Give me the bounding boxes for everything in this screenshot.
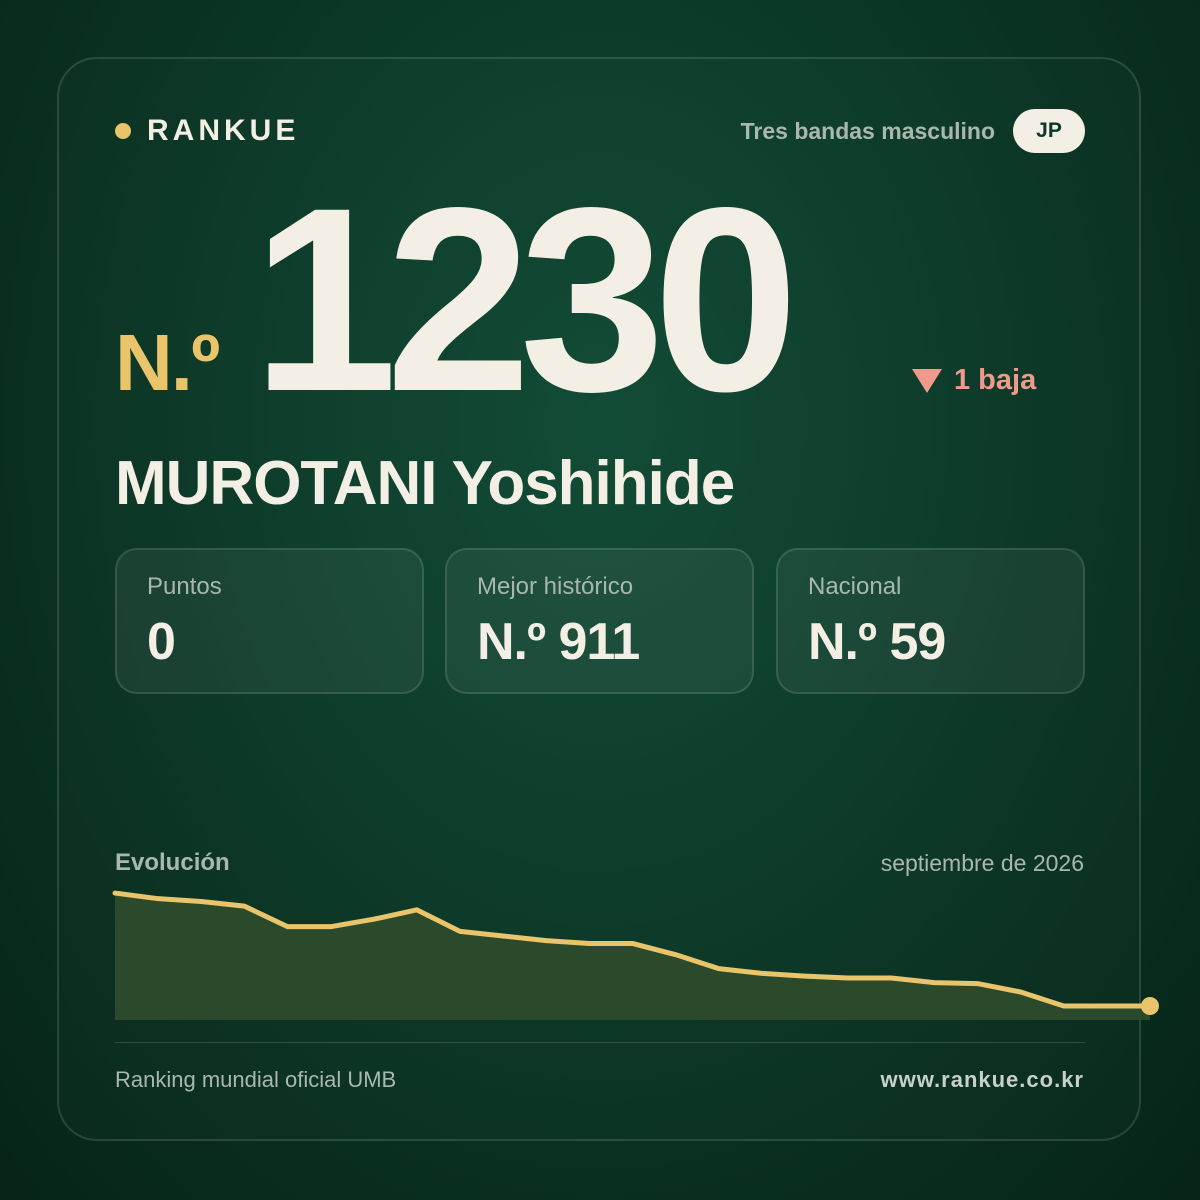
footer-website-link[interactable]: www.rankue.co.kr (881, 1066, 1084, 1094)
chart-area (115, 893, 1150, 1020)
footer-divider (115, 1042, 1085, 1043)
chart-last-point (1141, 997, 1159, 1015)
evolution-chart (112, 890, 1159, 1020)
footer-source: Ranking mundial oficial UMB (115, 1067, 397, 1092)
